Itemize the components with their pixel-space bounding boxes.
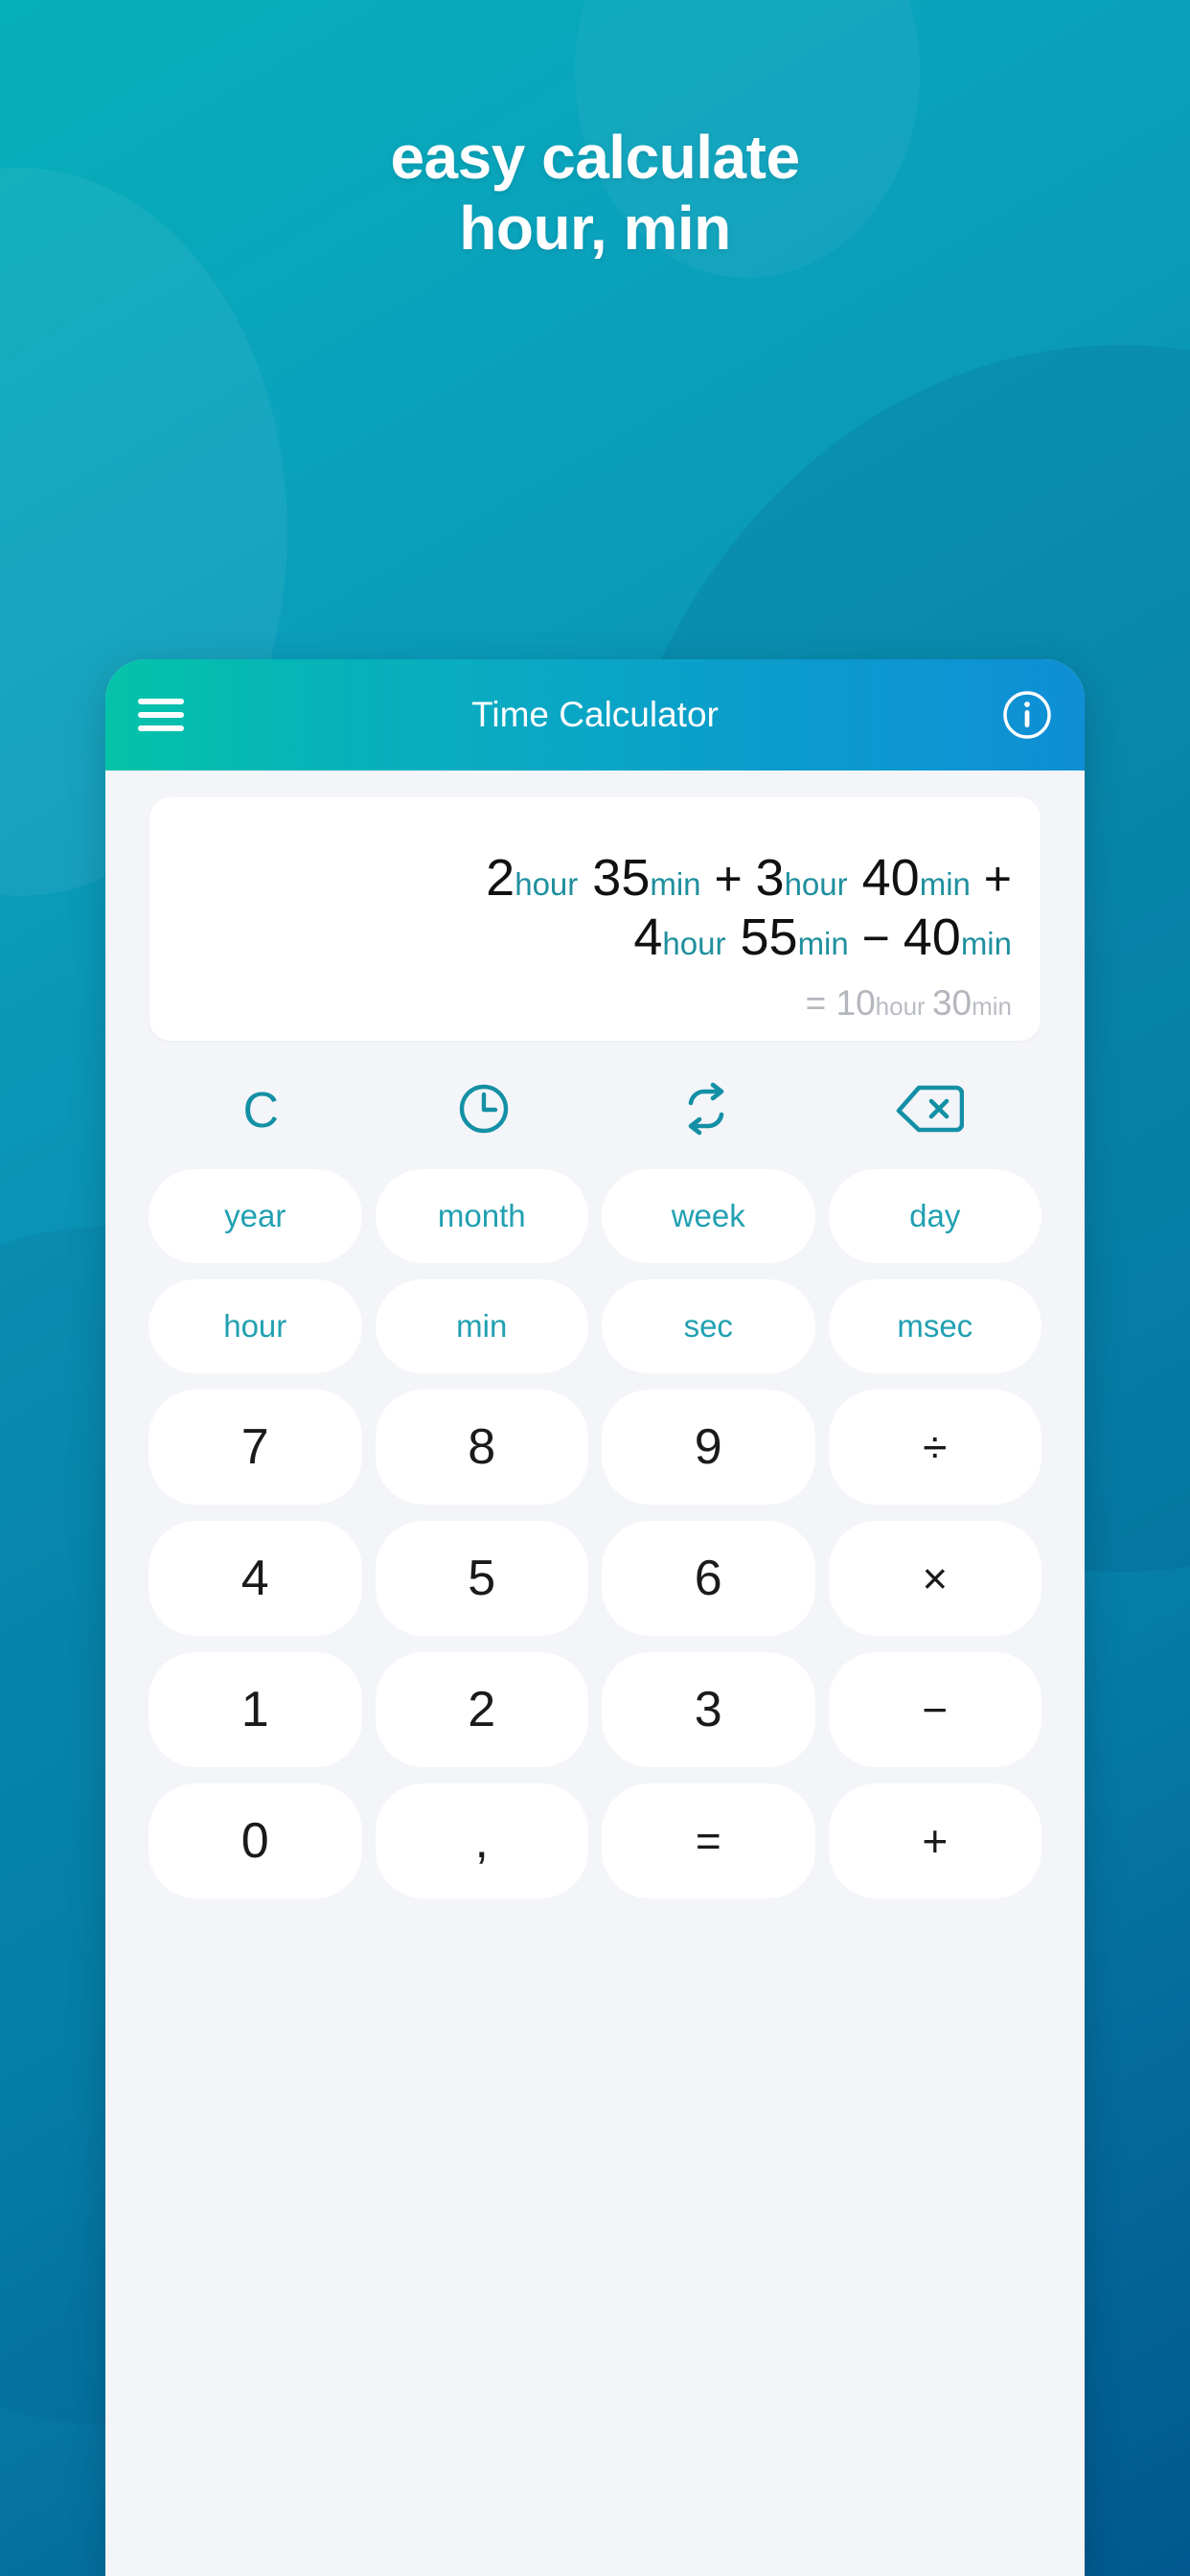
digit-key-row: 0, = +: [142, 1783, 1048, 1898]
promo-headline: easy calculate hour, min: [0, 126, 1190, 261]
digit-key-3[interactable]: 3: [602, 1652, 815, 1767]
expression-token: 10: [835, 983, 876, 1023]
digit-key-0[interactable]: 0: [149, 1783, 362, 1898]
expression-token: =: [805, 983, 836, 1023]
expression-unit: hour: [515, 865, 579, 902]
time-mode-button[interactable]: [373, 1073, 596, 1148]
unit-key-row: hour min sec msec: [142, 1279, 1048, 1373]
expression-display-card[interactable]: 2hour 35min + 3hour 40min + 4hour 55min …: [149, 797, 1041, 1041]
info-circle-icon[interactable]: [1002, 690, 1052, 740]
unit-key-msec[interactable]: msec: [828, 1279, 1041, 1373]
plus-key[interactable]: +: [828, 1783, 1041, 1898]
digit-key-9[interactable]: 9: [602, 1390, 815, 1505]
convert-button[interactable]: [595, 1073, 818, 1148]
backspace-button[interactable]: [818, 1073, 1041, 1148]
digit-key-6[interactable]: 6: [602, 1521, 815, 1636]
expression-token: +: [970, 851, 1012, 906]
app-title: Time Calculator: [471, 695, 719, 734]
unit-key-row: year month week day: [142, 1169, 1048, 1263]
expression-token: 55: [725, 908, 798, 967]
app-screen: 2hour 35min + 3hour 40min + 4hour 55min …: [105, 797, 1085, 2576]
expression-unit: hour: [875, 992, 932, 1021]
expression-token: +: [700, 851, 756, 906]
expression-unit: min: [797, 926, 849, 962]
digit-key-2[interactable]: 2: [375, 1652, 588, 1767]
expression-line-2: 4hour 55min − 40min: [178, 908, 1012, 968]
expression-token: −: [848, 911, 904, 966]
unit-key-sec[interactable]: sec: [602, 1279, 815, 1373]
multiply-key[interactable]: ×: [828, 1521, 1041, 1636]
digit-key-8[interactable]: 8: [375, 1390, 588, 1505]
digit-key-5[interactable]: 5: [375, 1521, 588, 1636]
digit-key-1[interactable]: 1: [149, 1652, 362, 1767]
headline-line-2: hour, min: [459, 193, 731, 263]
headline-line-1: easy calculate: [390, 123, 800, 192]
expression-unit: min: [972, 992, 1012, 1021]
expression-unit: min: [919, 865, 971, 902]
expression-token: 4: [633, 908, 663, 967]
expression-token: 2: [486, 848, 515, 907]
unit-key-week[interactable]: week: [602, 1169, 815, 1263]
hamburger-menu-icon[interactable]: [138, 699, 184, 731]
result-text: = 10hour 30min: [178, 983, 1012, 1024]
phone-device-frame: Time Calculator 2hour 35min + 3hour 40mi…: [105, 659, 1085, 2576]
letter-c-icon: C: [242, 1083, 280, 1138]
digit-key-7[interactable]: 7: [149, 1390, 362, 1505]
expression-token: 40: [847, 848, 920, 907]
digit-key-row: 1 2 3−: [142, 1652, 1048, 1767]
minus-key[interactable]: −: [828, 1652, 1041, 1767]
divide-key[interactable]: ÷: [828, 1390, 1041, 1505]
app-bar: Time Calculator: [105, 659, 1085, 770]
clear-button[interactable]: C: [149, 1073, 373, 1148]
function-button-row: C: [149, 1073, 1041, 1148]
unit-key-month[interactable]: month: [375, 1169, 588, 1263]
keypad: year month week day hour min sec msec 7 8 9 ÷ 4 5 6 × 1 2…: [142, 1169, 1048, 1898]
backspace-delete-icon: [895, 1082, 965, 1140]
expression-line-1: 2hour 35min + 3hour 40min +: [178, 848, 1012, 908]
expression-unit: min: [960, 926, 1012, 962]
unit-key-hour[interactable]: hour: [149, 1279, 362, 1373]
repeat-arrows-icon: [677, 1080, 735, 1142]
unit-key-min[interactable]: min: [375, 1279, 588, 1373]
comma-key[interactable]: ,: [375, 1783, 588, 1898]
digit-key-row: 4 5 6 ×: [142, 1521, 1048, 1636]
clock-icon: [455, 1080, 513, 1142]
equals-key[interactable]: =: [602, 1783, 815, 1898]
expression-token: 30: [931, 983, 973, 1023]
expression-text: 2hour 35min + 3hour 40min + 4hour 55min …: [178, 848, 1012, 968]
digit-key-4[interactable]: 4: [149, 1521, 362, 1636]
expression-unit: min: [650, 865, 701, 902]
expression-token: 35: [578, 848, 651, 907]
expression-unit: hour: [662, 926, 726, 962]
unit-key-year[interactable]: year: [149, 1169, 362, 1263]
unit-key-day[interactable]: day: [828, 1169, 1041, 1263]
expression-token: 40: [903, 908, 961, 967]
expression-unit: hour: [784, 865, 848, 902]
digit-key-row: 7 8 9 ÷: [142, 1390, 1048, 1505]
expression-token: 3: [755, 848, 785, 907]
